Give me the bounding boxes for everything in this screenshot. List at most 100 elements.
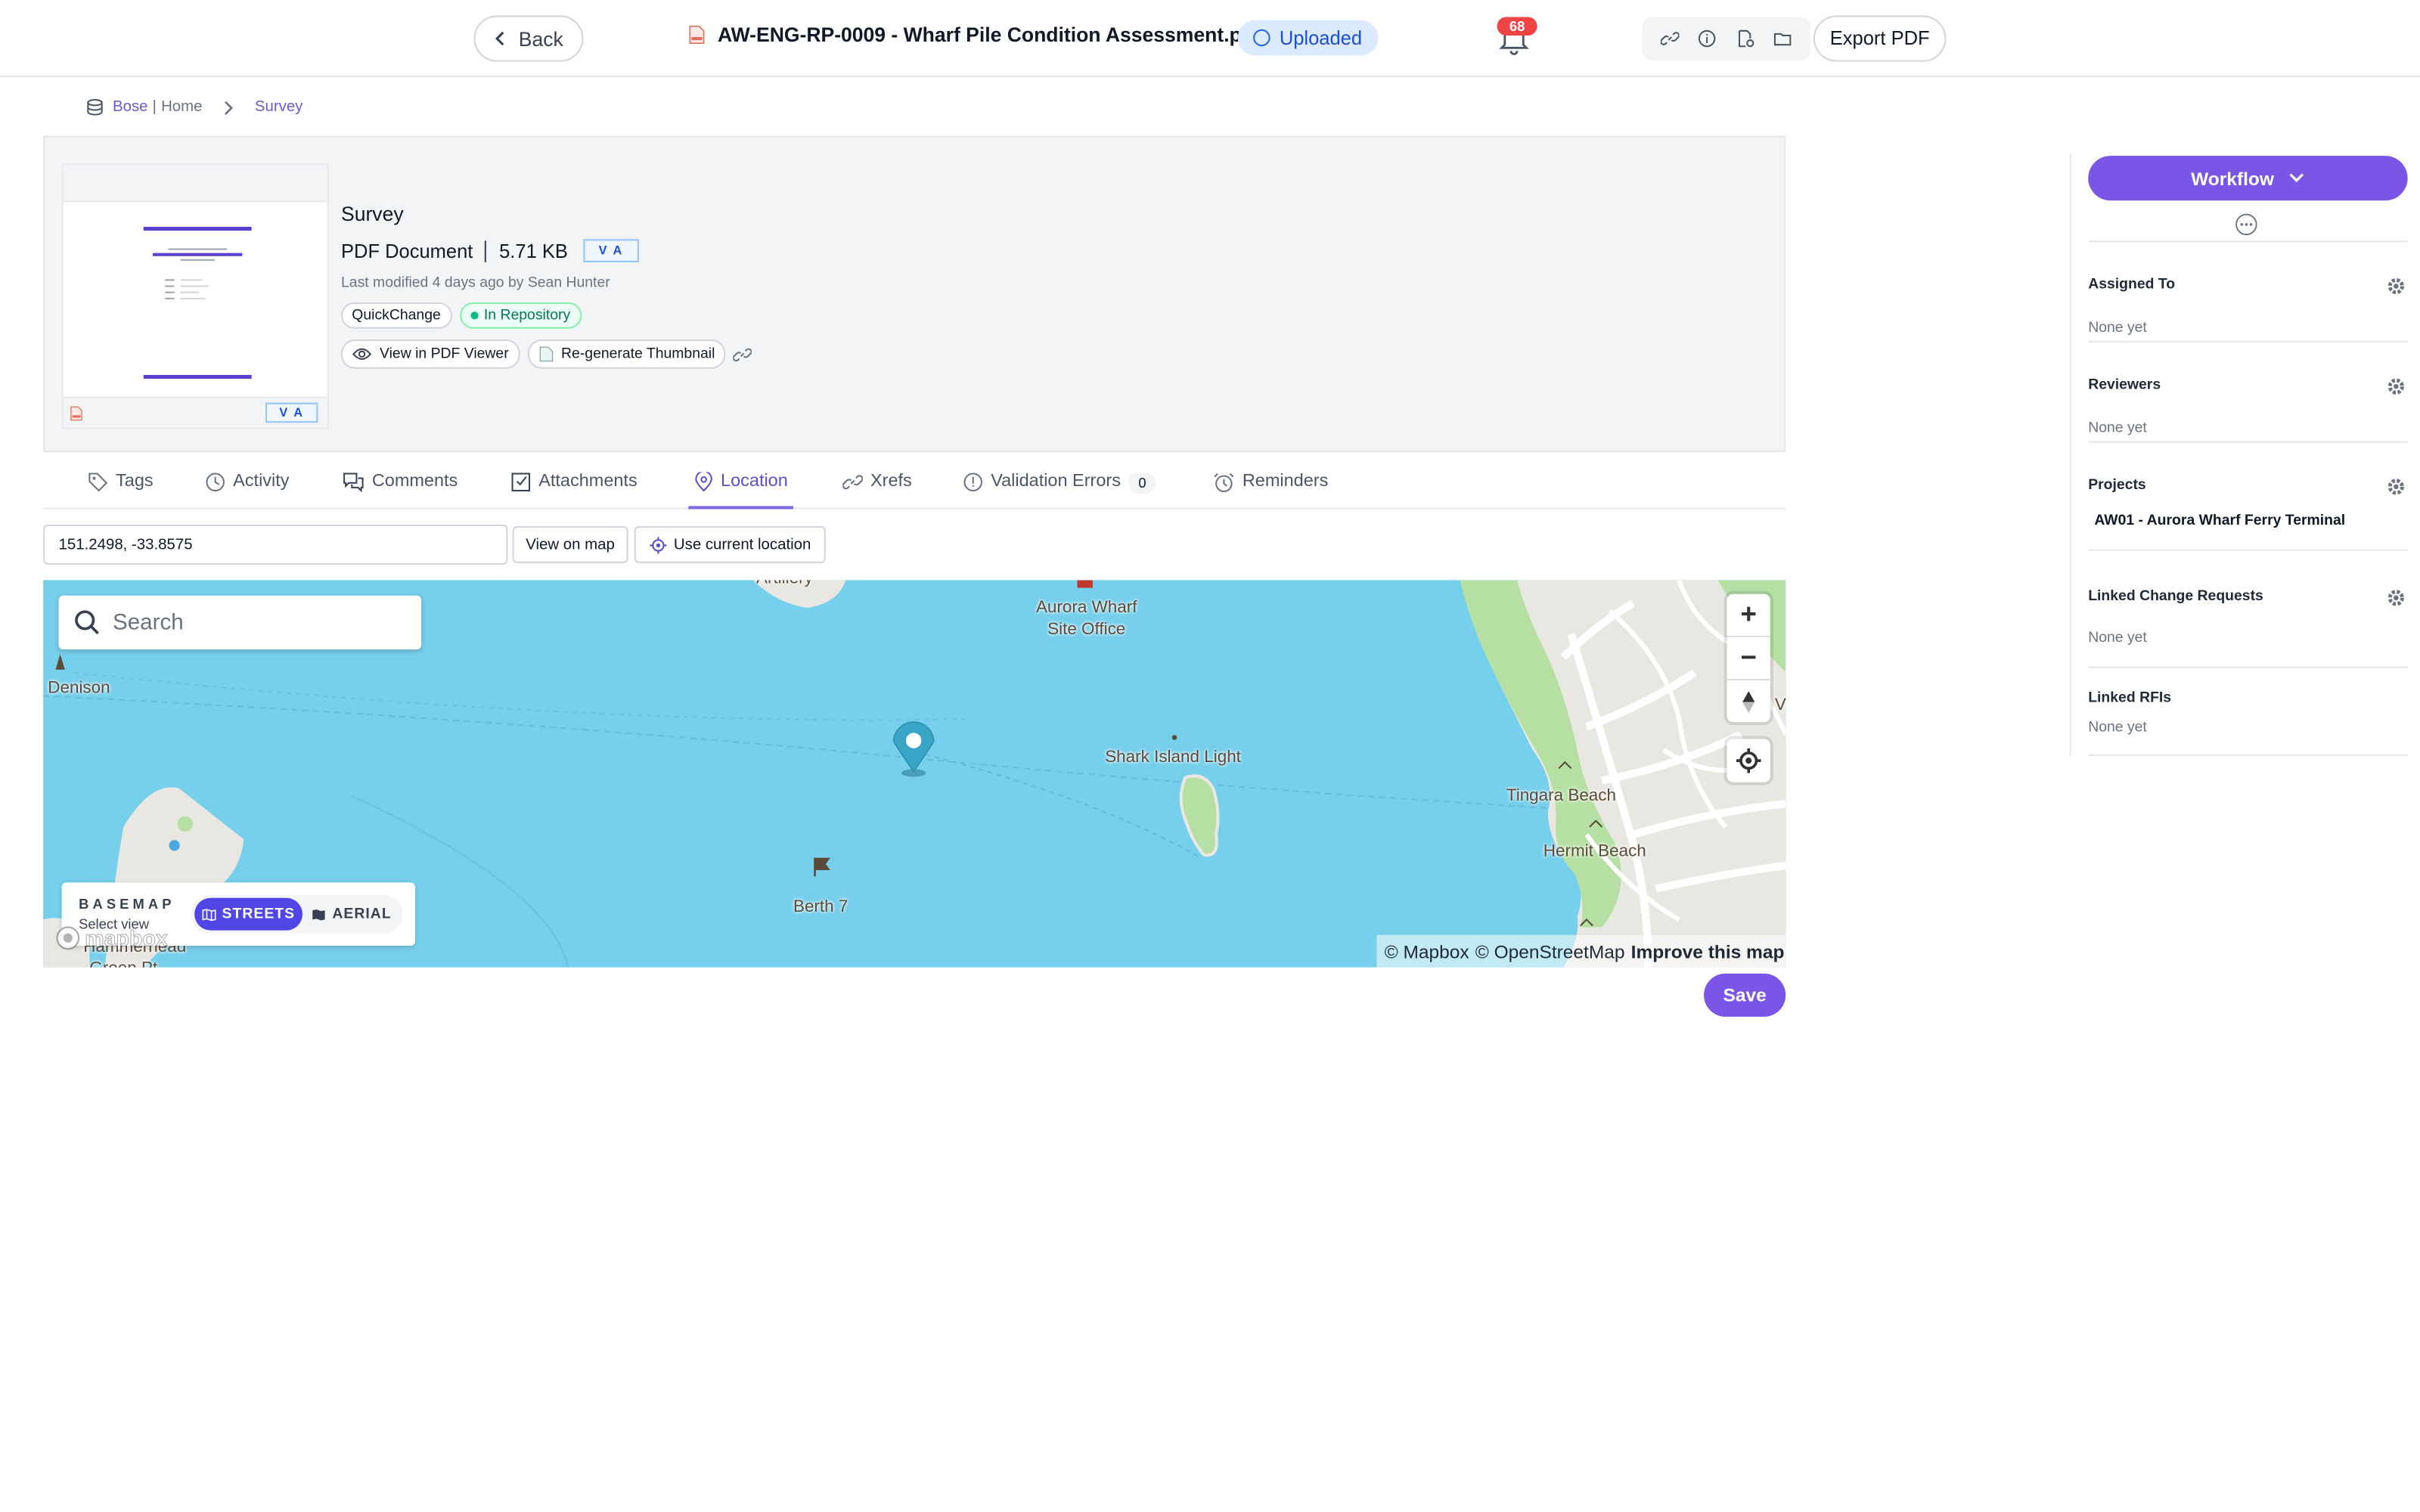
tab-xrefs[interactable]: Xrefs bbox=[842, 472, 912, 509]
thumbnail-version-badge: V A bbox=[265, 402, 318, 423]
map-search-placeholder: Search bbox=[112, 610, 184, 635]
map-label-denison: Denison bbox=[48, 678, 110, 698]
map-search-input[interactable]: Search bbox=[58, 595, 422, 650]
search-icon bbox=[75, 610, 99, 635]
coordinates-input[interactable] bbox=[43, 524, 508, 565]
view-in-pdf-viewer-button[interactable]: View in PDF Viewer bbox=[341, 339, 520, 369]
tab-comments[interactable]: Comments bbox=[343, 472, 458, 509]
map-label-shark-island: Shark Island Light bbox=[1105, 748, 1241, 767]
basemap-toggle: STREETS AERIAL bbox=[191, 894, 403, 934]
projects-section: Projects AW01 - Aurora Wharf Ferry Termi… bbox=[2088, 441, 2408, 550]
tab-location[interactable]: Location bbox=[688, 472, 794, 510]
version-badge: V A bbox=[583, 239, 639, 262]
breadcrumb-current: Survey bbox=[254, 98, 303, 116]
back-label: Back bbox=[518, 26, 563, 51]
app-root: Back AW-ENG-RP-0009 - Wharf Pile Conditi… bbox=[0, 0, 2420, 1512]
database-icon bbox=[87, 99, 103, 116]
view-on-map-button[interactable]: View on map bbox=[512, 525, 628, 563]
mapbox-logo-icon bbox=[56, 926, 80, 950]
document-title: AW-ENG-RP-0009 - Wharf Pile Condition As… bbox=[688, 23, 1261, 47]
assigned-to-section: Assigned To None yet bbox=[2088, 240, 2408, 341]
validation-error-count: 0 bbox=[1128, 472, 1156, 494]
document-info: Survey PDF Document 5.71 KB V A Last mod… bbox=[341, 202, 752, 369]
green-dot-icon bbox=[470, 311, 478, 320]
file-settings-icon[interactable] bbox=[1734, 28, 1756, 50]
linked-rfis-section: Linked RFIs None yet bbox=[2088, 666, 2408, 756]
map-label-site-office: Aurora Wharf Site Office bbox=[1035, 598, 1137, 639]
breadcrumb-separator: | bbox=[152, 98, 157, 116]
geolocate-button[interactable] bbox=[1727, 739, 1770, 782]
document-summary-card: V A Survey PDF Document 5.71 KB V A Last… bbox=[43, 135, 1786, 452]
repository-status-text: In Repository bbox=[483, 307, 571, 324]
document-size: 5.71 KB bbox=[499, 240, 568, 262]
reviewers-section: Reviewers None yet bbox=[2088, 341, 2408, 442]
linked-change-requests-section: Linked Change Requests None yet bbox=[2088, 549, 2408, 667]
repository-status-chip: In Repository bbox=[459, 302, 582, 329]
folder-icon[interactable] bbox=[1772, 28, 1794, 50]
info-icon[interactable] bbox=[1697, 28, 1719, 50]
tab-reminders[interactable]: Reminders bbox=[1213, 472, 1328, 509]
map-label-hermit: Hermit Beach bbox=[1543, 842, 1646, 861]
document-type: PDF Document bbox=[341, 240, 473, 262]
gear-icon[interactable] bbox=[2386, 276, 2406, 296]
tab-attachments[interactable]: Attachments bbox=[511, 472, 638, 509]
reset-bearing-button[interactable] bbox=[1727, 680, 1770, 723]
chevron-left-icon bbox=[495, 31, 504, 46]
document-title-text: AW-ENG-RP-0009 - Wharf Pile Condition As… bbox=[717, 23, 1261, 47]
clock-icon bbox=[206, 472, 225, 491]
tab-activity[interactable]: Activity bbox=[205, 472, 289, 509]
regenerate-thumbnail-button[interactable]: Re-generate Thumbnail bbox=[527, 339, 726, 369]
mapbox-logo: mapbox bbox=[55, 925, 168, 951]
osm-attribution-link[interactable]: © OpenStreetMap bbox=[1475, 940, 1625, 962]
copy-link-icon[interactable] bbox=[733, 345, 752, 363]
document-type-row: PDF Document 5.71 KB V A bbox=[341, 239, 752, 262]
right-sidebar: Workflow Assigned To None yet Reviewers … bbox=[2069, 154, 2420, 756]
breadcrumb-home[interactable]: Home bbox=[161, 99, 202, 116]
export-pdf-button[interactable]: Export PDF bbox=[1813, 15, 1947, 62]
link-icon[interactable] bbox=[1659, 28, 1681, 50]
basemap-streets-option[interactable]: STREETS bbox=[194, 897, 302, 931]
map-label-tingara: Tingara Beach bbox=[1506, 786, 1617, 806]
status-badge: Uploaded bbox=[1237, 20, 1378, 56]
last-modified-text: Last modified 4 days ago by Sean Hunter bbox=[341, 274, 610, 292]
save-button[interactable]: Save bbox=[1704, 973, 1786, 1017]
document-thumbnail[interactable]: V A bbox=[61, 163, 329, 429]
workflow-button[interactable]: Workflow bbox=[2088, 156, 2408, 201]
gear-icon[interactable] bbox=[2386, 588, 2406, 609]
link-icon bbox=[842, 475, 863, 490]
quickchange-chip[interactable]: QuickChange bbox=[341, 302, 452, 329]
location-map[interactable]: Aurora Wharf Site Office Denison Shark I… bbox=[43, 580, 1786, 968]
pdf-file-icon bbox=[689, 25, 705, 44]
gear-icon[interactable] bbox=[2386, 376, 2406, 397]
zoom-in-button[interactable]: + bbox=[1727, 594, 1770, 637]
use-current-location-button[interactable]: Use current location bbox=[634, 525, 826, 563]
gear-icon[interactable] bbox=[2386, 477, 2406, 497]
map-attribution: © Mapbox © OpenStreetMap Improve this ma… bbox=[1376, 934, 1786, 968]
back-button[interactable]: Back bbox=[473, 15, 584, 62]
project-item[interactable]: AW01 - Aurora Wharf Ferry Terminal bbox=[2094, 513, 2345, 529]
geolocate-icon bbox=[1736, 748, 1761, 773]
location-pin-icon bbox=[695, 472, 712, 492]
tab-tags[interactable]: Tags bbox=[88, 472, 154, 509]
document-chips: QuickChange In Repository bbox=[341, 302, 752, 329]
mapbox-attribution-link[interactable]: © Mapbox bbox=[1385, 940, 1469, 962]
map-label-artillery: Artillery bbox=[756, 580, 813, 589]
basemap-aerial-option[interactable]: AERIAL bbox=[306, 898, 398, 931]
pdf-file-icon bbox=[70, 406, 82, 421]
improve-map-link[interactable]: Improve this map bbox=[1631, 940, 1785, 962]
basemap-title: BASEMAP bbox=[79, 896, 175, 912]
chevron-down-icon bbox=[2290, 173, 2304, 183]
map-label-berth: Berth 7 bbox=[793, 897, 849, 917]
alarm-icon bbox=[1214, 472, 1234, 493]
map-icon bbox=[312, 909, 326, 920]
zoom-out-button[interactable]: − bbox=[1727, 637, 1770, 680]
status-ring-icon bbox=[1253, 29, 1270, 47]
compass-icon bbox=[1742, 691, 1755, 713]
tab-validation-errors[interactable]: Validation Errors 0 bbox=[963, 472, 1156, 509]
eye-icon bbox=[352, 348, 372, 361]
detail-tabs: Tags Activity Comments Attachments Locat… bbox=[43, 466, 1786, 510]
chat-icon bbox=[343, 472, 364, 493]
document-action-icons bbox=[1642, 17, 1810, 60]
breadcrumb-root[interactable]: Bose bbox=[113, 99, 148, 116]
more-options-icon[interactable] bbox=[2235, 213, 2258, 237]
